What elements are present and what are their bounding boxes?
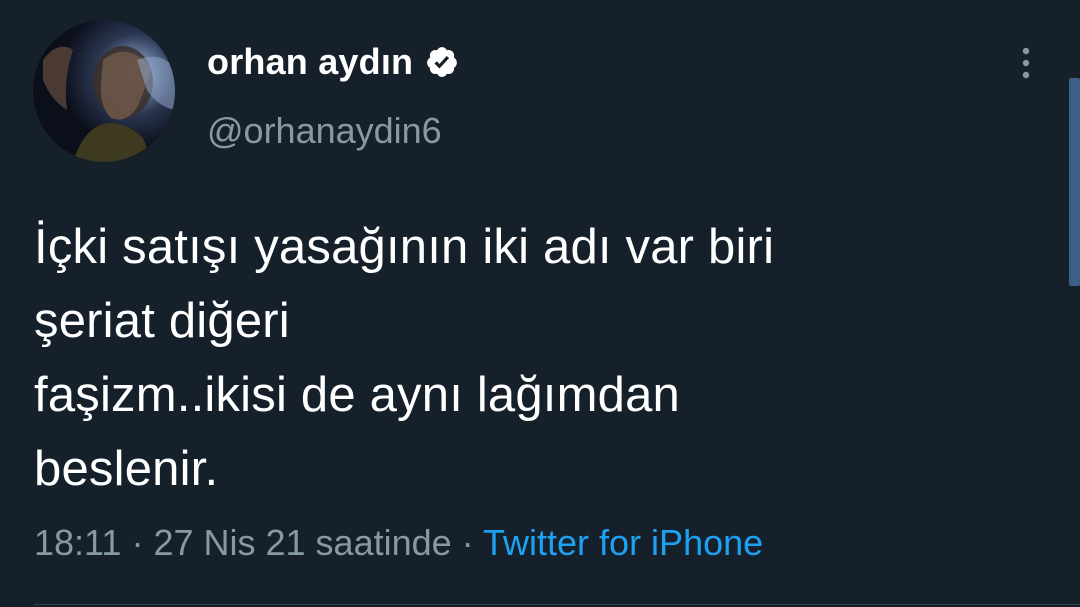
avatar[interactable] [33,20,175,162]
author-name-row: orhan aydın [207,40,459,84]
tweet-metadata: 18:11 · 27 Nis 21 saatinde · Twitter for… [34,522,763,564]
divider [34,604,1080,605]
tweet-date[interactable]: 27 Nis 21 saatinde [153,522,451,563]
meta-separator: · [461,522,474,563]
tweet-source-link[interactable]: Twitter for iPhone [483,522,763,563]
scrollbar[interactable] [1069,78,1080,286]
meta-separator: · [131,522,144,563]
tweet-text: İçki satışı yasağının iki adı var biri ş… [34,220,775,496]
display-name[interactable]: orhan aydın [207,41,413,83]
tweet-detail: orhan aydın @orhanaydin6 İçki satışı yas… [0,0,1080,607]
verified-badge-icon [425,45,459,79]
more-vertical-icon[interactable] [1014,44,1038,84]
handle[interactable]: @orhanaydin6 [207,110,442,152]
avatar-image [43,46,175,162]
tweet-time[interactable]: 18:11 [34,522,121,563]
